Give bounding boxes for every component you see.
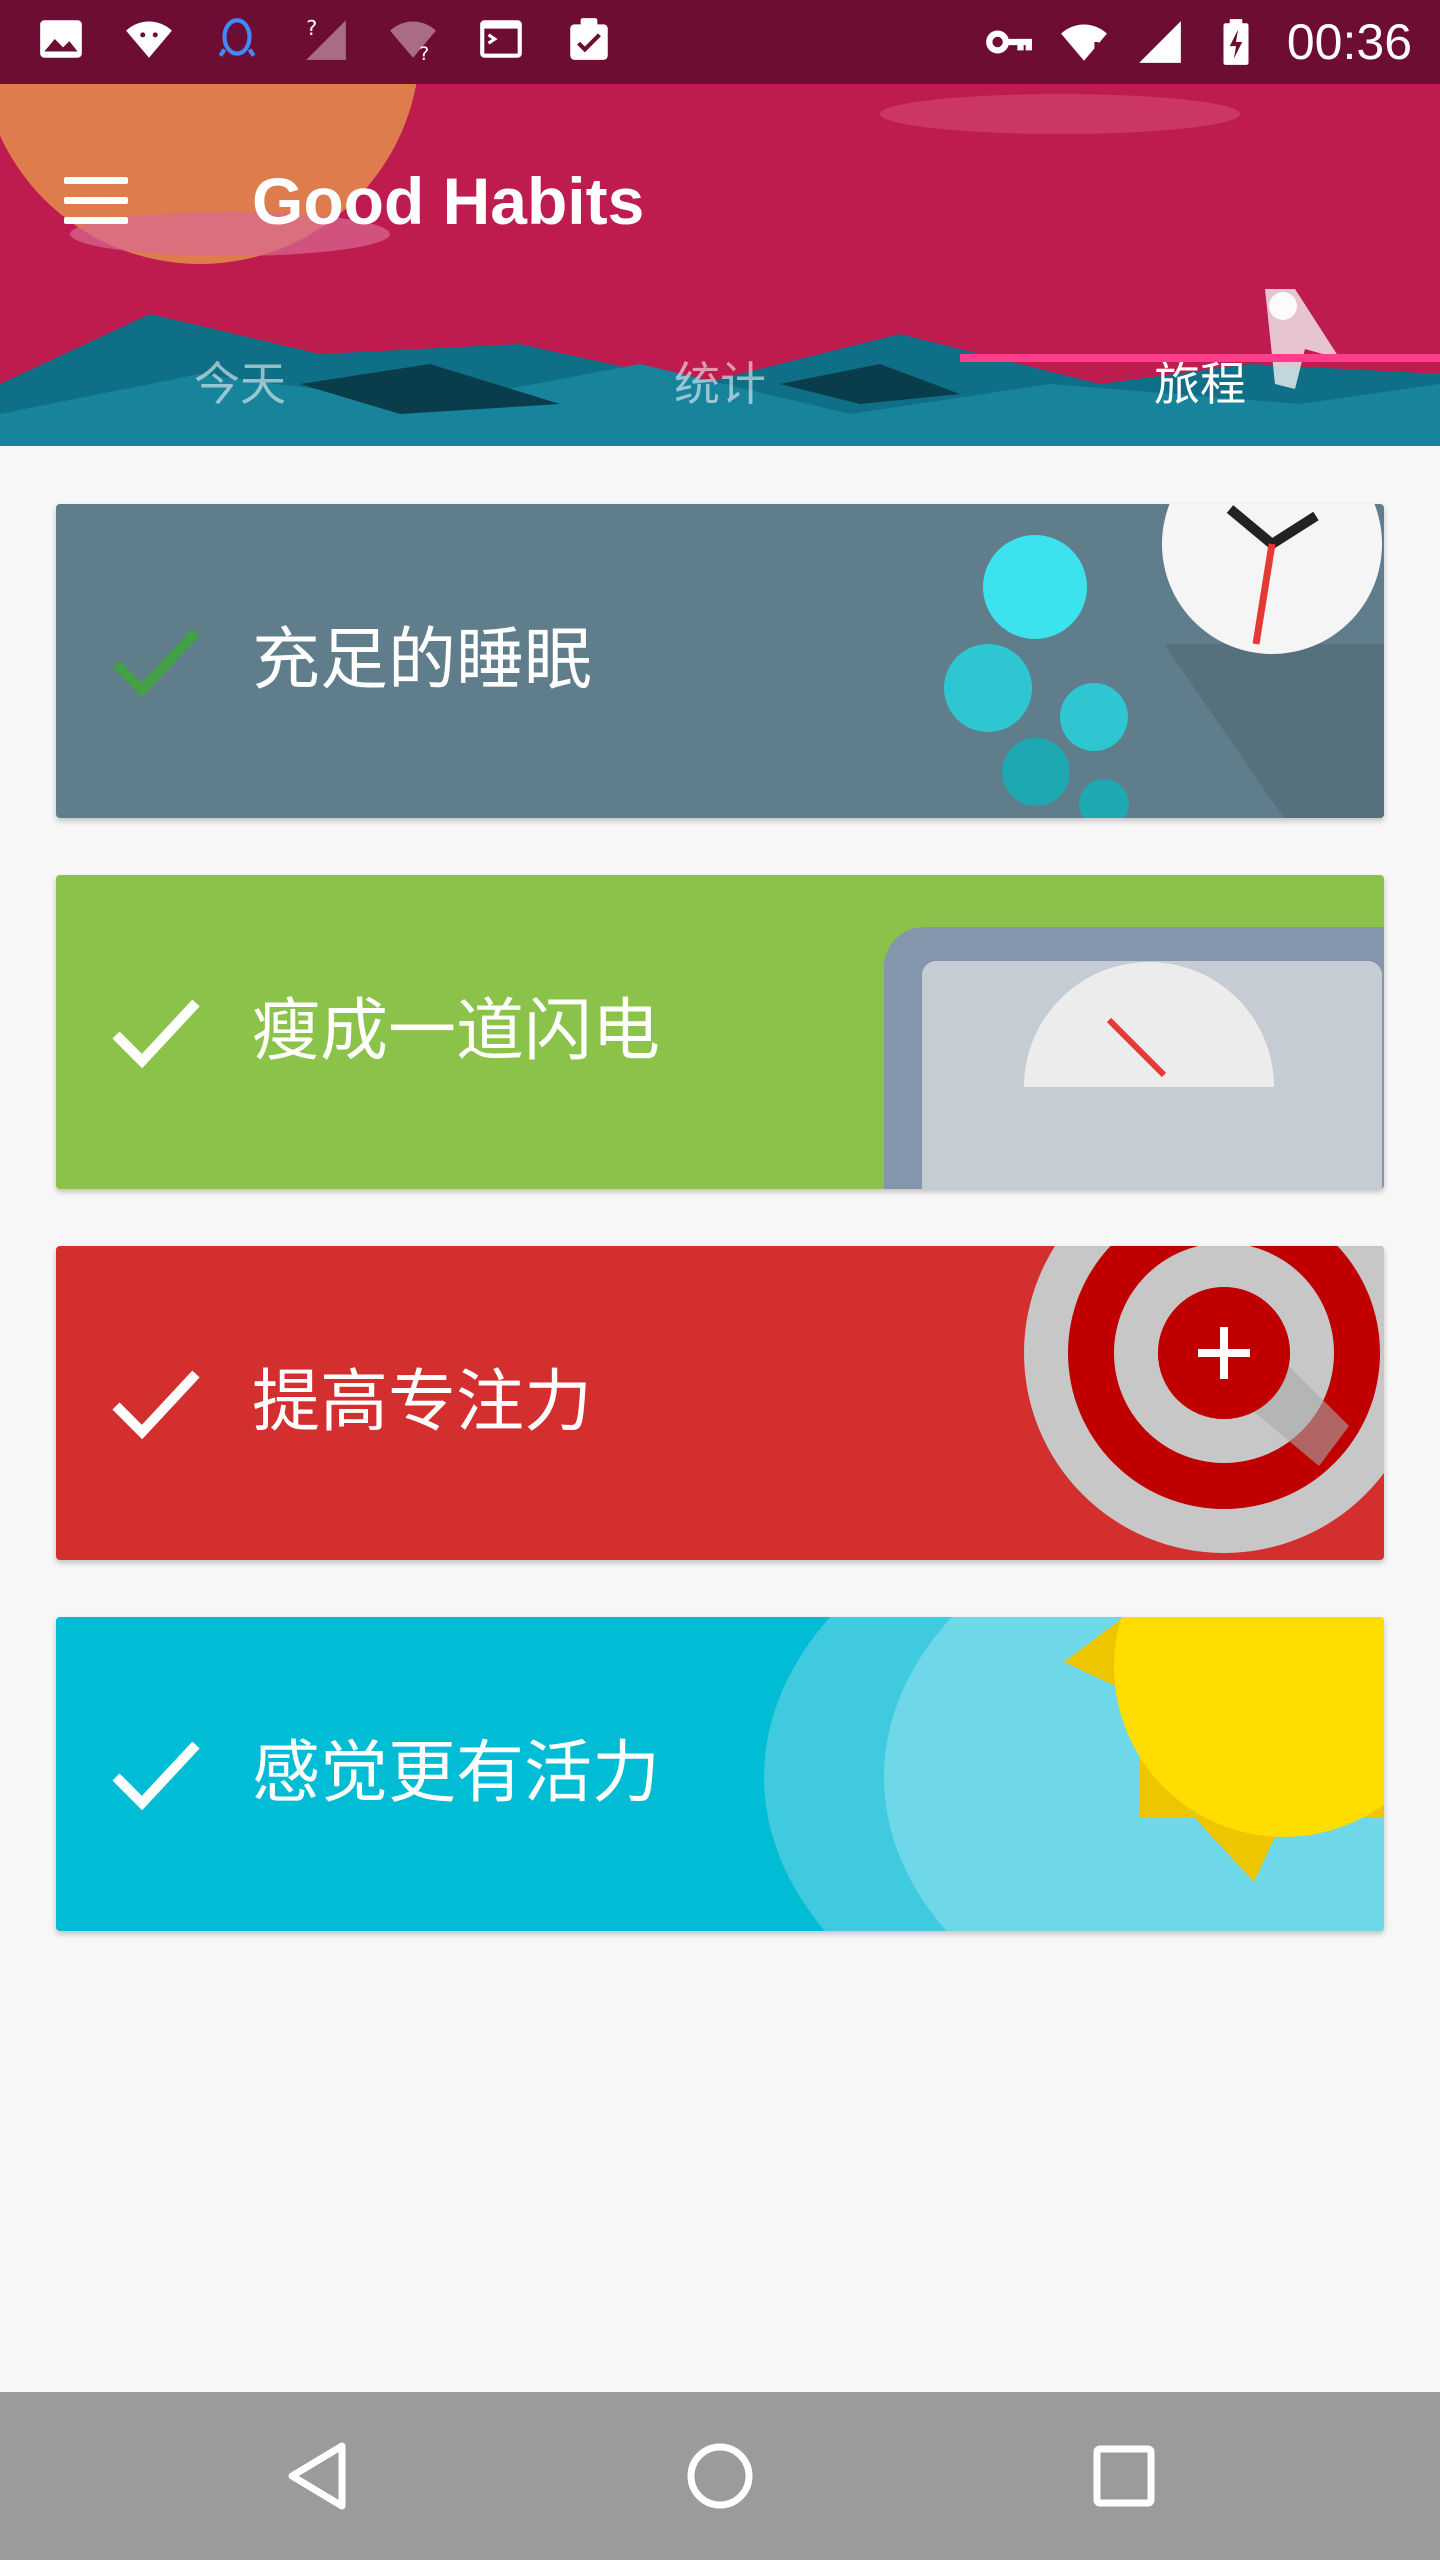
check-icon[interactable] bbox=[110, 1364, 202, 1444]
terminal-icon bbox=[480, 20, 522, 58]
tab-bar: 今天 统计 旅程 bbox=[0, 322, 1440, 446]
habit-card-sleep[interactable]: 充足的睡眠 bbox=[56, 504, 1384, 818]
android-wifi-icon bbox=[126, 21, 172, 58]
svg-text:?: ? bbox=[419, 44, 429, 64]
recents-icon[interactable] bbox=[1074, 2426, 1174, 2526]
wifi-unknown-icon: ? bbox=[390, 21, 436, 64]
check-icon[interactable] bbox=[110, 993, 202, 1073]
habit-label: 感觉更有活力 bbox=[252, 1734, 661, 1813]
habit-label: 充足的睡眠 bbox=[252, 621, 593, 700]
wifi-alert-icon bbox=[1060, 24, 1107, 61]
system-nav-bar bbox=[0, 2392, 1440, 2560]
habit-label: 提高专注力 bbox=[252, 1363, 593, 1442]
tab-indicator bbox=[960, 354, 1440, 362]
tab-journey[interactable]: 旅程 bbox=[960, 322, 1440, 446]
status-left-icons: ? ? bbox=[36, 14, 614, 64]
status-bar: ? ? 00:36 bbox=[0, 0, 1440, 84]
app-header: Good Habits 今天 统计 旅程 bbox=[0, 84, 1440, 446]
vpn-key-icon bbox=[986, 30, 1032, 54]
tab-today[interactable]: 今天 bbox=[0, 322, 480, 446]
habit-label: 瘦成一道闪电 bbox=[252, 992, 661, 1071]
image-icon bbox=[40, 20, 82, 58]
status-right-icons: 00:36 bbox=[983, 10, 1412, 74]
scale-icon bbox=[884, 927, 1384, 1189]
habit-card-weight[interactable]: 瘦成一道闪电 bbox=[56, 875, 1384, 1189]
menu-button[interactable] bbox=[44, 146, 154, 256]
habit-card-focus[interactable]: 提高专注力 bbox=[56, 1246, 1384, 1560]
qq-icon bbox=[218, 18, 256, 57]
home-icon[interactable] bbox=[670, 2426, 770, 2526]
habit-card-energy[interactable]: 感觉更有活力 bbox=[56, 1617, 1384, 1931]
check-icon[interactable] bbox=[110, 622, 202, 702]
battery-charging-icon bbox=[1223, 19, 1249, 65]
back-icon[interactable] bbox=[266, 2426, 366, 2526]
check-icon[interactable] bbox=[110, 1735, 202, 1815]
sun-icon bbox=[764, 1617, 1384, 1931]
habit-list: 充足的睡眠 瘦成一道闪电 提高专注力 感觉更有活力 bbox=[56, 504, 1384, 1988]
signal-unknown-icon: ? bbox=[306, 16, 346, 60]
svg-text:?: ? bbox=[306, 16, 317, 40]
cell-signal-icon bbox=[1139, 21, 1181, 63]
tab-stats[interactable]: 统计 bbox=[480, 322, 960, 446]
target-icon bbox=[1024, 1246, 1384, 1553]
clipboard-check-icon bbox=[570, 18, 608, 60]
clock-icon bbox=[944, 504, 1384, 818]
status-time: 00:36 bbox=[1286, 14, 1412, 70]
app-title: Good Habits bbox=[252, 164, 645, 238]
